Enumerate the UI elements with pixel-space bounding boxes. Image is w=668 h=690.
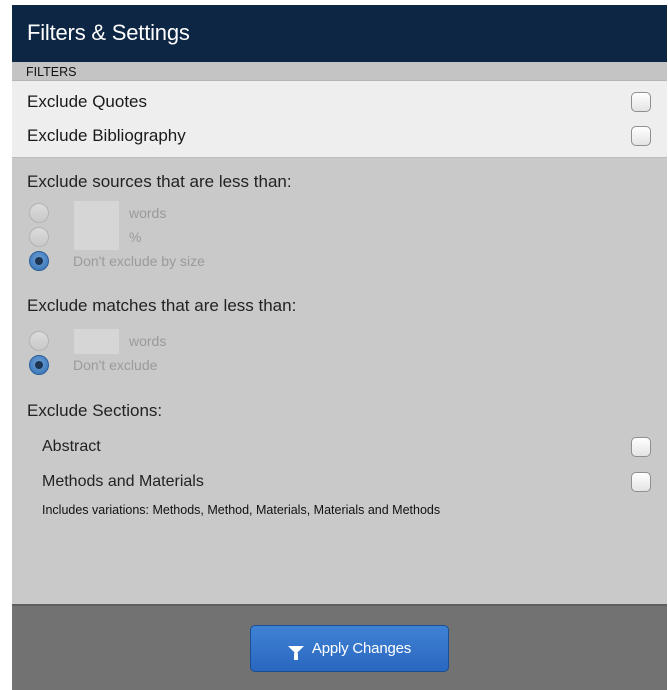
matches-words-label: words (129, 333, 167, 349)
panel-title: Filters & Settings (12, 5, 667, 62)
matches-no-exclude-label: Don't exclude (73, 357, 158, 373)
sources-words-input[interactable] (74, 200, 119, 226)
section-item-abstract[interactable]: Abstract (12, 429, 667, 464)
section-item-abstract-label: Abstract (42, 437, 101, 455)
exclude-sources-group: Exclude sources that are less than: word… (12, 172, 667, 273)
sources-no-exclude-radio[interactable] (29, 251, 49, 271)
exclude-sections-group: Exclude Sections: Abstract Methods and M… (12, 401, 667, 517)
sources-no-exclude-option[interactable]: Don't exclude by size (29, 249, 667, 273)
abstract-checkbox[interactable] (631, 436, 651, 457)
panel-footer: Apply Changes (12, 604, 667, 690)
filters-settings-panel: Filters & Settings FILTERS Exclude Quote… (12, 5, 667, 690)
filters-section-label: FILTERS (12, 62, 667, 81)
matches-no-exclude-radio[interactable] (29, 355, 49, 375)
apply-changes-button[interactable]: Apply Changes (250, 625, 449, 672)
exclude-matches-group: Exclude matches that are less than: word… (12, 296, 667, 377)
sources-words-label: words (129, 205, 167, 221)
sources-words-option[interactable]: words (29, 200, 667, 226)
exclude-matches-title: Exclude matches that are less than: (27, 296, 297, 315)
sources-percent-option[interactable]: % (29, 224, 667, 250)
exclude-bibliography-label: Exclude Bibliography (27, 126, 186, 145)
sources-percent-radio[interactable] (29, 227, 49, 247)
exclude-sections-title: Exclude Sections: (27, 401, 163, 420)
sources-words-radio[interactable] (29, 203, 49, 223)
exclude-quotes-checkbox[interactable] (631, 92, 651, 112)
sources-percent-input[interactable] (74, 224, 119, 250)
exclude-sources-title: Exclude sources that are less than: (27, 172, 292, 191)
sections-note: Includes variations: Methods, Method, Ma… (42, 503, 441, 517)
exclude-bibliography-row[interactable]: Exclude Bibliography (12, 119, 667, 158)
methods-checkbox[interactable] (631, 471, 651, 492)
exclude-quotes-label: Exclude Quotes (27, 92, 148, 111)
matches-words-option[interactable]: words (29, 328, 667, 354)
section-item-methods[interactable]: Methods and Materials (12, 464, 667, 499)
matches-words-input[interactable] (74, 328, 119, 354)
sources-no-exclude-label: Don't exclude by size (73, 253, 205, 269)
exclude-quotes-row[interactable]: Exclude Quotes (12, 81, 667, 119)
sources-percent-label: % (129, 229, 142, 245)
apply-changes-label: Apply Changes (311, 640, 412, 657)
matches-words-radio[interactable] (29, 331, 49, 351)
section-item-methods-label: Methods and Materials (42, 472, 204, 490)
matches-no-exclude-option[interactable]: Don't exclude (29, 353, 667, 377)
funnel-icon (287, 645, 304, 660)
exclude-bibliography-checkbox[interactable] (631, 126, 651, 146)
